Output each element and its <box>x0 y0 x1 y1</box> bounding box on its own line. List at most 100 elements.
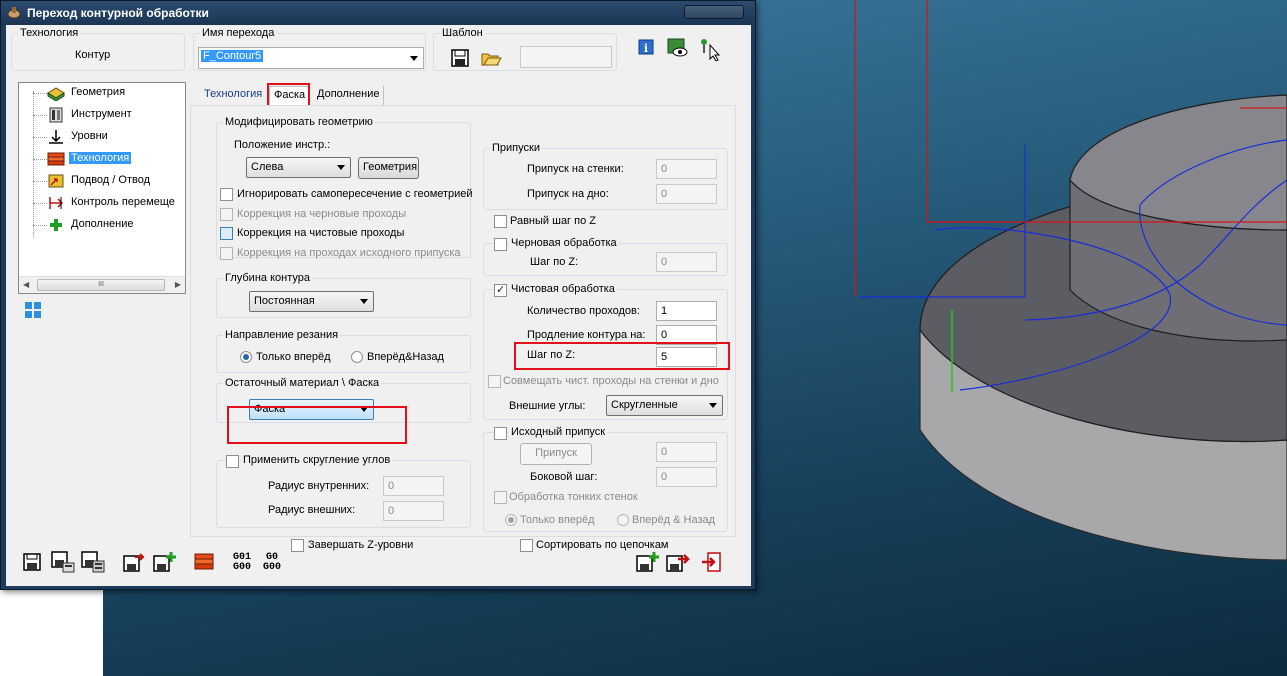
rough-z-step-field[interactable]: 0 <box>656 252 717 272</box>
tool-icon <box>49 107 63 123</box>
title-bar[interactable]: Переход контурной обработки <box>1 1 755 25</box>
save-next-icon[interactable] <box>666 551 690 573</box>
save-transition-icon[interactable] <box>123 551 147 573</box>
forward-back-radio[interactable] <box>351 351 363 363</box>
ignore-self-intersection-checkbox[interactable] <box>220 188 233 201</box>
outer-corners-value: Скругленные <box>611 399 678 411</box>
outer-radius-label: Радиус внешних: <box>268 504 356 516</box>
tree-item-label: Технология <box>69 152 132 164</box>
scroll-thumb[interactable]: III <box>37 279 165 291</box>
chamfer-highlight-box <box>227 406 407 444</box>
side-step-label: Боковой шаг: <box>530 471 598 483</box>
side-step-field[interactable]: 0 <box>656 467 717 487</box>
motion-control-icon <box>49 197 64 209</box>
chamfer-tab-panel: Модифицировать геометрию Положение инстр… <box>190 105 736 552</box>
wall-allowance-field[interactable]: 0 <box>656 159 717 179</box>
forward-only-radio[interactable] <box>240 351 252 363</box>
tool-position-select[interactable]: Слева <box>246 157 351 178</box>
inner-radius-field[interactable]: 0 <box>383 476 444 496</box>
outer-corners-select[interactable]: Скругленные <box>606 395 723 416</box>
g0-g00-button[interactable]: G0 G00 <box>260 553 284 573</box>
z-step-highlight-box <box>514 342 730 370</box>
scroll-left-arrow-icon[interactable]: ◀ <box>23 280 29 289</box>
initial-forward-back-radio[interactable] <box>617 514 629 526</box>
save-all-icon[interactable] <box>81 551 105 573</box>
correction-finish-checkbox[interactable] <box>220 227 233 240</box>
tree-item-label: Дополнение <box>71 218 134 230</box>
sort-chains-checkbox[interactable] <box>520 539 533 552</box>
save-add-icon[interactable] <box>636 551 660 573</box>
thin-walls-checkbox[interactable] <box>494 491 507 504</box>
window-title: Переход контурной обработки <box>27 6 209 20</box>
equal-z-step-checkbox[interactable] <box>494 215 507 228</box>
combine-passes-checkbox[interactable] <box>488 375 501 388</box>
allowance-button[interactable]: Припуск <box>520 443 592 465</box>
allowance-field[interactable]: 0 <box>656 442 717 462</box>
contour-machining-dialog: Переход контурной обработки Технология К… <box>0 0 756 590</box>
technology-icon <box>47 152 65 166</box>
tree-item-levels[interactable]: Уровни <box>19 127 185 147</box>
tree-item-tool[interactable]: Инструмент <box>19 105 185 125</box>
template-group: Шаблон <box>433 27 617 71</box>
rough-checkbox[interactable] <box>494 238 507 251</box>
corner-rounding-title: Применить скругление углов <box>241 454 393 466</box>
initial-allowance-checkbox[interactable] <box>494 427 507 440</box>
inner-radius-label: Радиус внутренних: <box>268 480 370 492</box>
add-transition-icon[interactable] <box>153 551 177 573</box>
tree-item-motion-control[interactable]: Контроль перемеще <box>19 193 185 213</box>
outer-radius-field[interactable]: 0 <box>383 501 444 521</box>
floor-allowance-field[interactable]: 0 <box>656 184 717 204</box>
cut-direction-group: Направление резания Только вперёд Вперёд… <box>216 329 471 373</box>
save-template-icon[interactable] <box>450 48 470 68</box>
tree-item-geometry[interactable]: Геометрия <box>19 83 185 103</box>
preview-eye-icon[interactable] <box>666 37 690 59</box>
transition-name-group: Имя перехода F_Contour5 <box>193 27 426 71</box>
allowances-group: Припуски Припуск на стенки: 0 Припуск на… <box>483 142 728 210</box>
finish-checkbox[interactable] <box>494 283 507 297</box>
transition-name-combo[interactable]: F_Contour5 <box>198 47 424 69</box>
corner-rounding-checkbox[interactable] <box>226 455 239 468</box>
tab-extras[interactable]: Дополнение <box>313 86 385 106</box>
tool-position-label: Положение инстр.: <box>234 139 331 151</box>
tree-horizontal-scrollbar[interactable]: ◀ III ▶ <box>19 276 185 293</box>
open-template-icon[interactable] <box>480 48 502 68</box>
template-field[interactable] <box>520 46 612 68</box>
initial-forward-only-radio[interactable] <box>505 514 517 526</box>
template-label: Шаблон <box>440 27 485 39</box>
tree-item-technology[interactable]: Технология <box>19 149 185 169</box>
g01-g00-button[interactable]: G01 G00 <box>230 553 254 573</box>
equal-z-step-label: Равный шаг по Z <box>510 215 596 227</box>
pick-cursor-icon[interactable] <box>698 37 722 61</box>
finish-z-levels-checkbox[interactable] <box>291 539 304 552</box>
tree-item-label: Контроль перемеще <box>71 196 175 208</box>
save-as-icon[interactable] <box>51 551 75 573</box>
correction-rough-checkbox[interactable] <box>220 208 233 221</box>
close-button[interactable] <box>684 5 744 19</box>
corner-rounding-group: Применить скругление углов Радиус внутре… <box>216 454 471 528</box>
cut-direction-title: Направление резания <box>223 329 341 341</box>
forward-back-label: Вперёд&Назад <box>367 351 444 363</box>
outer-corners-label: Внешние углы: <box>509 400 586 412</box>
contour-depth-select[interactable]: Постоянная <box>249 291 374 312</box>
initial-forward-only-label: Только вперёд <box>520 514 595 526</box>
technology-stack-icon[interactable] <box>193 551 215 573</box>
ignore-self-intersection-label: Игнорировать самопересечение с геометрие… <box>237 188 473 200</box>
levels-icon <box>49 130 63 144</box>
tree-item-extras[interactable]: Дополнение <box>19 215 185 235</box>
tab-technology[interactable]: Технология <box>200 86 266 106</box>
save-icon[interactable] <box>23 553 41 571</box>
approach-icon <box>48 174 64 188</box>
info-icon[interactable]: i <box>638 39 654 55</box>
exit-icon[interactable] <box>700 551 722 573</box>
passes-field[interactable]: 1 <box>656 301 717 321</box>
layout-grid-icon[interactable] <box>24 301 42 319</box>
correction-initial-checkbox[interactable] <box>220 247 233 260</box>
scroll-right-arrow-icon[interactable]: ▶ <box>175 280 181 289</box>
geometry-icon <box>47 87 65 101</box>
forward-only-label: Только вперёд <box>256 351 331 363</box>
tree-item-approach[interactable]: Подвод / Отвод <box>19 171 185 191</box>
rough-title: Черновая обработка <box>509 237 619 249</box>
geometry-button[interactable]: Геометрия <box>358 157 419 179</box>
allowances-title: Припуски <box>490 142 542 154</box>
navigation-tree[interactable]: Геометрия Инструмент Уровни Технология П <box>18 82 186 294</box>
